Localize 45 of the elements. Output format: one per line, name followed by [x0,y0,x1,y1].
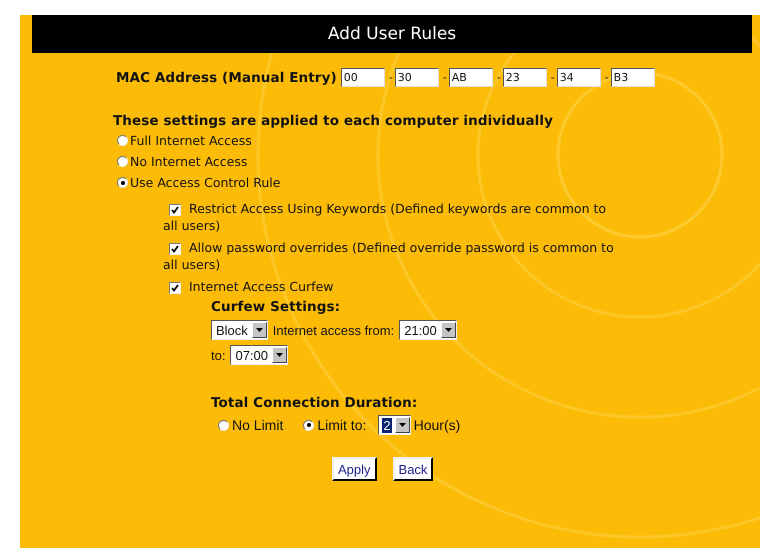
mac-octet-field[interactable]: 23 [502,68,547,87]
option-label: No Internet Access [130,154,248,169]
field-label: to: [211,348,226,362]
hours-select[interactable]: 2 [378,415,411,435]
mac-octet-field[interactable]: 30 [394,68,439,87]
field-label: Internet access from: [272,322,394,338]
checkbox[interactable] [169,243,181,255]
radio-button[interactable] [117,177,128,188]
checkbox-label: Restrict Access Using Keywords (Defined keywords are common to all users) [163,200,608,234]
caret-icon [256,328,263,332]
section-heading: Curfew Settings: [211,299,342,315]
checkbox-label: Internet Access Curfew [163,278,619,295]
radio-button[interactable] [218,420,229,430]
checkbox-label: Allow password overrides (Defined override password is common to all users) [163,239,615,273]
option-label: Full Internet Access [130,133,252,148]
radio-button[interactable] [303,420,314,430]
time-select[interactable]: 07:00 [230,345,288,365]
time-select[interactable]: 21:00 [399,320,457,340]
separator-text: - [550,71,555,84]
caret-icon [398,423,406,427]
mac-octet-field[interactable]: AB [448,68,493,87]
separator-text: - [496,71,501,84]
option-label: No Limit [232,417,284,433]
separator-text: - [604,71,609,84]
caret-icon [276,353,284,357]
action-select[interactable]: Block [211,320,268,340]
radio-button[interactable] [117,156,128,167]
unit-label: Hour(s) [414,417,460,433]
radio-button[interactable] [117,135,128,146]
form-button[interactable]: Apply [332,457,377,481]
section-heading: These settings are applied to each computer individually [113,113,554,129]
separator-text: - [442,71,447,84]
section-heading: Total Connection Duration: [211,395,418,411]
page-title: Add User Rules [32,15,752,53]
checkbox[interactable] [169,282,181,294]
caret-icon [444,328,452,332]
mac-octet-field[interactable]: 00 [340,68,385,87]
separator-text: - [388,71,393,84]
option-label: Use Access Control Rule [130,175,280,190]
checkbox[interactable] [169,204,181,216]
field-label: MAC Address (Manual Entry) [116,70,337,86]
mac-octet-field[interactable]: 34 [556,68,601,87]
form-button[interactable]: Back [392,457,434,481]
mac-octet-field[interactable]: B3 [610,68,655,87]
option-label: Limit to: [317,417,366,433]
